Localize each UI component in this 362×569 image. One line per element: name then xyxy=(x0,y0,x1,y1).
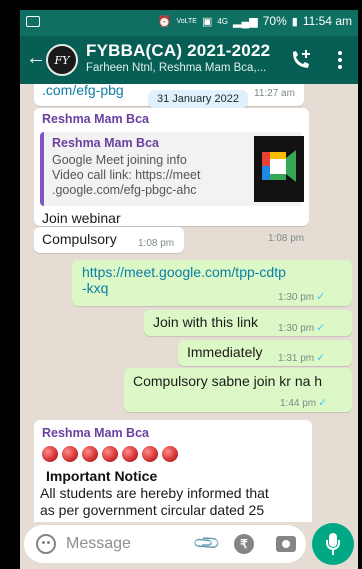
message-link[interactable]: -kxq xyxy=(82,280,108,296)
date-separator: 31 January 2022 xyxy=(148,90,248,108)
message-sender: Reshma Mam Bca xyxy=(42,112,149,126)
message-time: 1:08 pm xyxy=(138,238,175,249)
status-bar: ⏰ VoLTE ▣ 4G ▂▄▆ 70% ▮ 11:54 am xyxy=(20,10,358,36)
quoted-line: Google Meet joining info xyxy=(52,153,187,167)
microphone-base xyxy=(332,550,334,555)
time-label: 1:30 pm xyxy=(278,323,315,334)
alarm-icon: ⏰ xyxy=(157,15,172,28)
message-bubble[interactable]: Reshma Mam Bca Important Notice All stud… xyxy=(34,420,312,522)
message-link-partial[interactable]: .com/efg-pbg xyxy=(42,84,124,98)
signal-icon: ▂▄▆ xyxy=(233,15,258,28)
message-bubble[interactable]: Reshma Mam Bca Reshma Mam Bca Google Mee… xyxy=(34,108,309,244)
sim-icon: ▣ xyxy=(201,15,213,28)
message-text: Join with this link xyxy=(153,314,259,330)
time-label: 1:30 pm xyxy=(278,292,315,303)
time-label: 1:44 pm xyxy=(280,398,317,409)
group-avatar[interactable]: FY xyxy=(46,44,78,76)
message-text: Join webinar xyxy=(42,210,121,226)
siren-icon xyxy=(82,446,98,462)
back-arrow-icon[interactable]: ← xyxy=(26,48,46,68)
camera-icon[interactable] xyxy=(276,536,296,552)
gallery-notification-icon xyxy=(26,16,40,27)
avatar-initials: FY xyxy=(54,53,70,67)
outgoing-bubble[interactable]: Immediately 1:31 pm ✓ xyxy=(178,340,352,366)
message-list[interactable]: .com/efg-pbg 11:27 am 31 January 2022 Re… xyxy=(20,84,358,522)
clock: 11:54 am xyxy=(302,14,352,28)
read-receipt-icon: ✓ xyxy=(318,397,328,409)
message-input[interactable]: Message 📎 ₹ xyxy=(24,525,306,563)
phone-screen: ⏰ VoLTE ▣ 4G ▂▄▆ 70% ▮ 11:54 am ← FY FYB… xyxy=(0,0,362,569)
more-options-icon[interactable] xyxy=(336,50,344,70)
quoted-line: Video call link: https://meet xyxy=(52,168,201,182)
google-meet-logo-icon xyxy=(254,136,304,202)
add-call-icon[interactable] xyxy=(288,48,314,72)
group-members: Farheen Ntnl, Reshma Mam Bca,... xyxy=(86,62,267,74)
payment-rupee-icon[interactable]: ₹ xyxy=(234,534,254,554)
message-link[interactable]: https://meet.google.com/tpp-cdtp xyxy=(82,264,286,280)
attach-paperclip-icon[interactable]: 📎 xyxy=(192,528,223,559)
outgoing-bubble[interactable]: Compulsory sabne join kr na h 1:44 pm ✓ xyxy=(124,368,352,412)
group-info[interactable]: FYBBA(CA) 2021-2022 Farheen Ntnl, Reshma… xyxy=(86,41,296,74)
chat-header: ← FY FYBBA(CA) 2021-2022 Farheen Ntnl, R… xyxy=(20,36,358,84)
message-placeholder: Message xyxy=(66,535,131,552)
message-time: 1:31 pm ✓ xyxy=(278,351,325,364)
group-title: FYBBA(CA) 2021-2022 xyxy=(86,41,271,60)
notice-heading: Important Notice xyxy=(46,468,158,484)
volte-label: VoLTE xyxy=(176,17,197,25)
quoted-message[interactable]: Reshma Mam Bca Google Meet joining info … xyxy=(40,132,304,206)
siren-icon xyxy=(62,446,78,462)
status-right: ⏰ VoLTE ▣ 4G ▂▄▆ 70% ▮ 11:54 am xyxy=(158,14,352,28)
message-bubble[interactable]: Compulsory 1:08 pm xyxy=(34,227,184,253)
siren-icon xyxy=(122,446,138,462)
read-receipt-icon: ✓ xyxy=(316,322,326,334)
message-text: Immediately xyxy=(187,344,263,360)
composer: Message 📎 ₹ xyxy=(20,522,358,569)
message-sender: Reshma Mam Bca xyxy=(42,426,149,440)
siren-icon xyxy=(162,446,178,462)
time-label: 1:31 pm xyxy=(278,353,315,364)
quoted-sender: Reshma Mam Bca xyxy=(52,136,159,150)
battery-icon: ▮ xyxy=(291,15,298,28)
message-time: 1:30 pm ✓ xyxy=(278,290,325,303)
read-receipt-icon: ✓ xyxy=(316,291,326,303)
read-receipt-icon: ✓ xyxy=(316,352,326,364)
siren-emoji-icons xyxy=(42,446,178,462)
notice-line: All students are hereby informed that xyxy=(40,485,269,501)
quoted-line: .google.com/efg-pbgc-ahc xyxy=(52,183,197,197)
message-time: 1:30 pm ✓ xyxy=(278,321,325,334)
outgoing-bubble[interactable]: Join with this link 1:30 pm ✓ xyxy=(144,310,352,336)
notice-line: as per government circular dated 25 xyxy=(40,502,265,518)
siren-icon xyxy=(102,446,118,462)
voice-message-button[interactable] xyxy=(312,523,354,565)
message-time: 1:08 pm xyxy=(268,233,305,244)
emoji-icon[interactable] xyxy=(36,534,56,554)
outgoing-bubble[interactable]: https://meet.google.com/tpp-cdtp -kxq 1:… xyxy=(72,260,352,306)
battery-percent: 70% xyxy=(262,14,287,28)
microphone-stand xyxy=(326,540,340,550)
network-label: 4G xyxy=(217,16,229,26)
message-time: 11:27 am xyxy=(254,88,295,99)
message-time: 1:44 pm ✓ xyxy=(280,396,327,409)
message-text: Compulsory xyxy=(42,231,117,247)
message-text: Compulsory sabne join kr na h xyxy=(133,373,323,389)
siren-icon xyxy=(142,446,158,462)
siren-icon xyxy=(42,446,58,462)
